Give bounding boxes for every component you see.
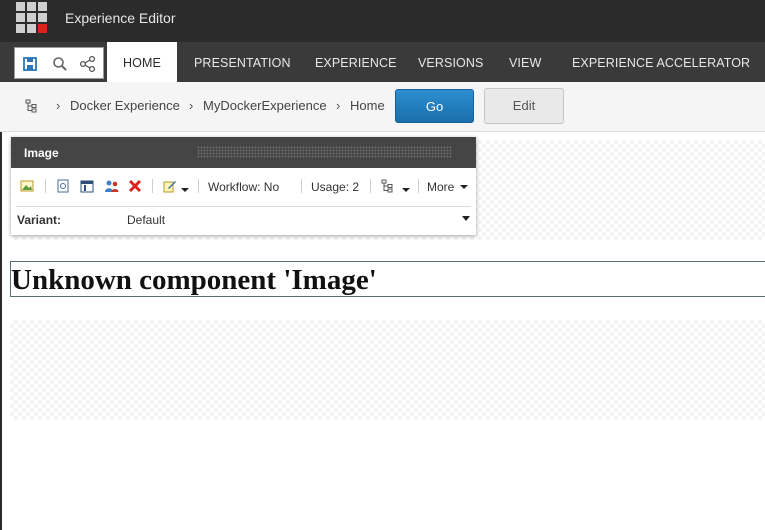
- edit-button[interactable]: Edit: [484, 88, 564, 124]
- tab-presentation[interactable]: PRESENTATION: [194, 42, 291, 82]
- tab-home[interactable]: HOME: [107, 42, 177, 82]
- chrome-divider: [16, 206, 471, 207]
- tab-experience[interactable]: EXPERIENCE: [315, 42, 397, 82]
- chevron-down-icon[interactable]: [460, 185, 468, 189]
- save-icon[interactable]: [21, 55, 39, 73]
- breadcrumb-item-docker-experience[interactable]: Docker Experience: [70, 98, 180, 113]
- app-bar: Experience Editor: [0, 0, 765, 42]
- chevron-right-icon: ›: [336, 98, 341, 113]
- chrome-title: Image: [24, 146, 59, 160]
- sitecore-logo-icon[interactable]: [16, 2, 49, 34]
- toolbar-separator: [152, 179, 153, 193]
- toolbar-separator: [198, 179, 199, 193]
- change-rendering-icon[interactable]: [80, 179, 94, 193]
- content-tree-icon[interactable]: [381, 179, 394, 193]
- component-chrome-toolbar: Image Workflow: No Usage: 2 More Variant…: [11, 137, 476, 235]
- edit-related-item-icon[interactable]: [56, 179, 70, 193]
- go-button[interactable]: Go: [395, 89, 474, 123]
- tab-versions[interactable]: VERSIONS: [418, 42, 483, 82]
- tab-view[interactable]: VIEW: [509, 42, 541, 82]
- toolbar-separator: [301, 179, 302, 193]
- chevron-right-icon: ›: [189, 98, 194, 113]
- more-menu-button[interactable]: More: [427, 180, 454, 194]
- chevron-down-icon[interactable]: [181, 188, 189, 192]
- toolbar-separator: [45, 179, 46, 193]
- breadcrumb-item-mydockerexperience[interactable]: MyDockerExperience: [203, 98, 327, 113]
- quick-access-toolbar: [14, 47, 104, 79]
- remove-icon[interactable]: [128, 179, 142, 193]
- search-icon[interactable]: [51, 55, 69, 73]
- variant-select[interactable]: Default: [127, 213, 165, 227]
- chevron-down-icon[interactable]: [462, 216, 470, 221]
- share-icon[interactable]: [79, 55, 97, 73]
- workflow-status: Workflow: No: [208, 180, 280, 194]
- usage-count[interactable]: Usage: 2: [311, 180, 359, 194]
- toolbar-separator: [370, 179, 371, 193]
- variant-label: Variant:: [17, 213, 62, 227]
- placeholder-area: [10, 320, 765, 420]
- personalize-icon[interactable]: [104, 179, 120, 193]
- app-title: Experience Editor: [65, 10, 176, 26]
- tab-experience-accelerator[interactable]: EXPERIENCE ACCELERATOR: [572, 42, 750, 82]
- breadcrumb-item-home[interactable]: Home: [350, 98, 385, 113]
- edit-fields-icon[interactable]: [163, 179, 177, 193]
- drag-handle-icon[interactable]: [197, 146, 452, 158]
- content-tree-icon[interactable]: [25, 99, 38, 113]
- select-image-icon[interactable]: [20, 179, 34, 193]
- unknown-component-heading[interactable]: Unknown component 'Image': [10, 261, 765, 297]
- chevron-down-icon[interactable]: [402, 188, 410, 192]
- chrome-header[interactable]: Image: [11, 137, 476, 168]
- toolbar-separator: [418, 179, 419, 193]
- chevron-right-icon: ›: [56, 98, 61, 113]
